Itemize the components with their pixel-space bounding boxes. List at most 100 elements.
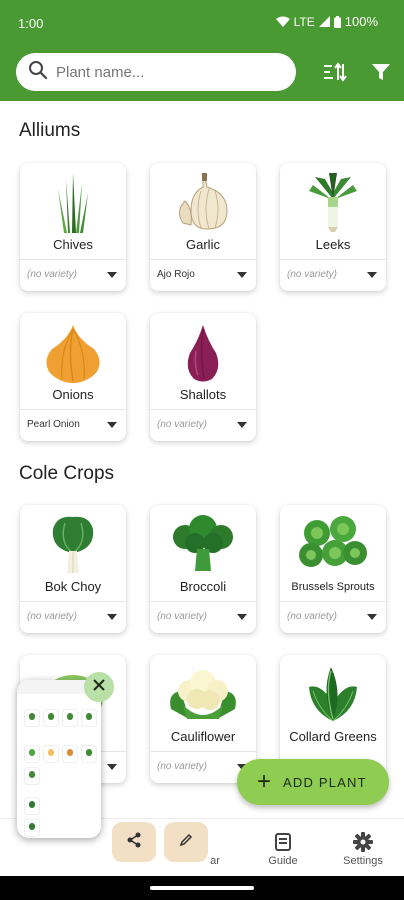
edit-button[interactable] <box>164 822 208 862</box>
plant-name: Collard Greens <box>289 729 377 744</box>
thumbnail-card <box>25 746 39 762</box>
chives-icon <box>20 169 126 235</box>
close-icon <box>92 678 106 697</box>
chevron-down-icon <box>237 614 247 620</box>
variety-dropdown[interactable]: (no variety) <box>280 259 386 289</box>
settings-icon <box>328 831 398 853</box>
variety-value: (no variety) <box>157 611 208 622</box>
variety-value: Pearl Onion <box>27 419 80 430</box>
plant-card-brussels-sprouts[interactable]: Brussels Sprouts (no variety) <box>280 505 386 633</box>
battery-level: 100% <box>344 14 378 29</box>
onion-icon <box>20 319 126 385</box>
guide-icon <box>248 831 318 853</box>
variety-dropdown[interactable]: Ajo Rojo <box>150 259 256 289</box>
variety-value: Ajo Rojo <box>157 269 195 280</box>
thumbnail-card <box>25 768 39 784</box>
thumbnail-card <box>25 820 39 836</box>
variety-dropdown[interactable]: (no variety) <box>150 409 256 439</box>
wifi-icon <box>275 16 290 27</box>
thumbnail-card <box>82 710 96 726</box>
leek-icon <box>280 169 386 235</box>
variety-value: (no variety) <box>287 269 338 280</box>
plant-card-leeks[interactable]: Leeks (no variety) <box>280 163 386 291</box>
nav-label: Settings <box>343 855 383 867</box>
variety-value: (no variety) <box>287 611 338 622</box>
plant-name: Onions <box>52 387 94 402</box>
chevron-down-icon <box>237 272 247 278</box>
plus-icon: + <box>257 768 272 795</box>
screenshot-thumbnail[interactable] <box>17 680 101 838</box>
variety-value: (no variety) <box>27 269 78 280</box>
nav-label: ar <box>210 855 220 867</box>
collard-greens-icon <box>280 661 386 727</box>
bok-choy-icon <box>20 511 126 577</box>
variety-dropdown[interactable]: (no variety) <box>150 601 256 631</box>
close-thumbnail-button[interactable] <box>84 672 114 702</box>
chevron-down-icon <box>107 272 117 278</box>
thumbnail-card <box>44 746 58 762</box>
chevron-down-icon <box>107 614 117 620</box>
network-type: LTE <box>293 14 315 29</box>
garlic-icon <box>150 169 256 235</box>
plant-name: Bok Choy <box>44 579 102 594</box>
signal-icon <box>318 16 330 27</box>
cauliflower-icon <box>150 661 256 727</box>
add-plant-label: ADD PLANT <box>283 774 367 790</box>
shallot-icon <box>150 319 256 385</box>
section-title-alliums: Alliums <box>19 120 81 141</box>
add-plant-button[interactable]: + ADD PLANT <box>237 759 389 805</box>
thumbnail-card <box>25 710 39 726</box>
status-time: 1:00 <box>18 16 44 31</box>
variety-value: (no variety) <box>27 611 78 622</box>
plant-name: Cauliflower <box>170 729 236 744</box>
plant-name: Chives <box>53 237 93 252</box>
plant-name: Shallots <box>179 387 227 402</box>
plant-card-shallots[interactable]: Shallots (no variety) <box>150 313 256 441</box>
variety-value: (no variety) <box>157 419 208 430</box>
variety-dropdown[interactable]: (no variety) <box>20 601 126 631</box>
nav-item-settings[interactable]: Settings <box>328 831 398 867</box>
home-indicator[interactable] <box>150 886 254 890</box>
plant-card-chives[interactable]: Chives (no variety) <box>20 163 126 291</box>
chevron-down-icon <box>237 422 247 428</box>
variety-dropdown[interactable]: (no variety) <box>20 259 126 289</box>
plant-name: Leeks <box>315 237 351 252</box>
status-bar: 1:00 LTE 100% <box>0 0 404 44</box>
plant-card-broccoli[interactable]: Broccoli (no variety) <box>150 505 256 633</box>
gesture-bar <box>0 876 404 900</box>
variety-value: (no variety) <box>157 761 208 772</box>
plant-name: Broccoli <box>179 579 227 594</box>
thumbnail-card <box>44 710 58 726</box>
plant-name: Brussels Sprouts <box>291 581 375 593</box>
plant-card-cauliflower[interactable]: Cauliflower (no variety) <box>150 655 256 783</box>
variety-dropdown[interactable]: (no variety) <box>280 601 386 631</box>
plant-card-garlic[interactable]: Garlic Ajo Rojo <box>150 163 256 291</box>
chevron-down-icon <box>107 422 117 428</box>
app-screen: 1:00 LTE 100% Plant name... Alliums Chiv… <box>0 0 404 900</box>
chevron-down-icon <box>367 272 377 278</box>
plant-card-bok-choy[interactable]: Bok Choy (no variety) <box>20 505 126 633</box>
sort-icon[interactable] <box>322 59 348 85</box>
search-input[interactable] <box>56 63 276 81</box>
thumbnail-card <box>63 710 77 726</box>
thumbnail-card <box>63 746 77 762</box>
filter-icon[interactable] <box>368 59 394 85</box>
share-icon <box>126 832 142 853</box>
nav-item-guide[interactable]: Guide <box>248 831 318 867</box>
thumbnail-card <box>82 746 96 762</box>
status-indicators: LTE 100% <box>275 14 378 29</box>
broccoli-icon <box>150 511 256 577</box>
share-button[interactable] <box>112 822 156 862</box>
search-bar[interactable] <box>16 53 296 91</box>
variety-dropdown[interactable]: Pearl Onion <box>20 409 126 439</box>
plant-card-onions[interactable]: Onions Pearl Onion <box>20 313 126 441</box>
section-title-cole-crops: Cole Crops <box>19 463 115 484</box>
edit-icon <box>179 833 193 852</box>
header: 1:00 LTE 100% <box>0 0 404 101</box>
brussels-sprouts-icon <box>280 511 386 577</box>
nav-label: Guide <box>268 855 298 867</box>
search-icon <box>28 60 48 85</box>
plant-name: Garlic <box>186 237 220 252</box>
battery-icon <box>333 15 341 28</box>
chevron-down-icon <box>367 614 377 620</box>
